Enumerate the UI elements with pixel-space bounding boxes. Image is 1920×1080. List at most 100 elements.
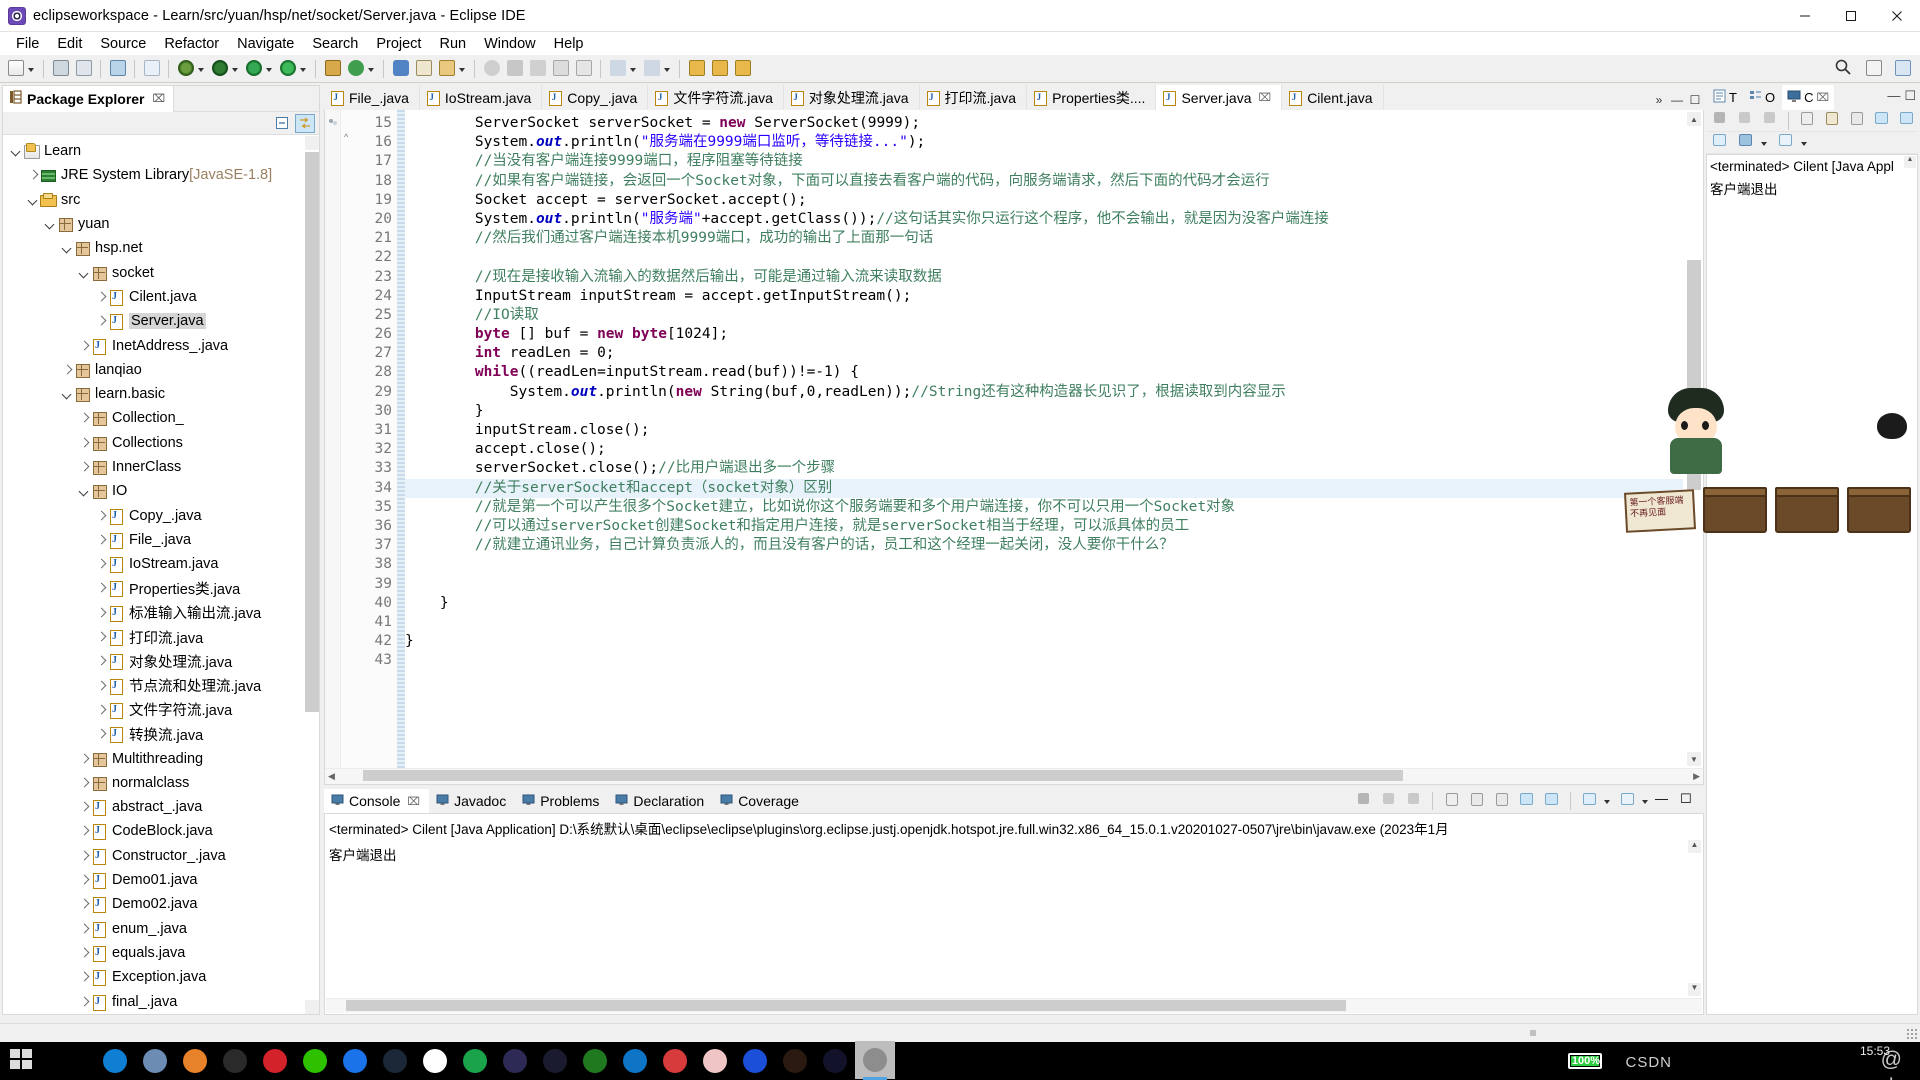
debug-dropdown-icon[interactable] [197,59,206,79]
chevron-right-icon[interactable] [94,533,108,547]
code-line[interactable]: int readLen = 0; [405,344,1683,363]
code-line[interactable]: serverSocket.close();//比用户端退出多一个步骤 [405,459,1683,478]
chevron-right-icon[interactable] [77,897,91,911]
code-line[interactable]: //IO读取 [405,306,1683,325]
right-scroll-lock-icon[interactable] [1822,110,1843,131]
tree-item-learn-basic[interactable]: learn.basic [3,382,305,406]
chevron-down-icon[interactable] [43,217,57,231]
code-line[interactable]: //关于serverSocket和accept（socket对象）区别 [405,478,1683,498]
run-icon[interactable] [209,58,230,79]
tree-item-socket[interactable]: socket [3,260,305,284]
collapse-all-icon[interactable] [272,114,292,133]
resize-grip-icon[interactable] [1906,1028,1918,1040]
tree-item-normalclass[interactable]: normalclass [3,771,305,795]
code-line[interactable]: //可以通过serverSocket创建Socket和指定用户连接，就是serv… [405,517,1683,536]
taskbar-icon-league-of-legends[interactable] [855,1040,895,1080]
tree-item-collections[interactable]: Collections [3,431,305,455]
tree-item-demo01-java[interactable]: Demo01.java [3,868,305,892]
taskbar-icon-anime-app[interactable] [695,1045,735,1077]
chevron-right-icon[interactable] [60,363,74,377]
tab-task-list[interactable]: T [1708,85,1742,110]
code-line[interactable] [405,555,1683,574]
console-word-wrap-icon[interactable] [1491,791,1512,812]
code-line[interactable]: //如果有客户端链接，会返回一个Socket对象，下面可以直接去看客户端的代码，… [405,172,1683,191]
editor-marker-bar[interactable] [325,110,341,768]
chevron-right-icon[interactable] [77,995,91,1009]
link-with-editor-icon[interactable] [295,113,315,133]
editor-scroll-left-icon[interactable]: ◀ [328,771,335,782]
open-perspective-icon[interactable] [1863,58,1884,79]
taskbar-icon-chrome[interactable] [335,1045,375,1077]
new-wizard-dropdown-icon[interactable] [27,59,36,79]
console-open-console-dropdown-icon[interactable] [1603,791,1612,811]
right-remove-all-icon[interactable] [1759,110,1780,131]
console-tab-console[interactable]: Console ⌧ [324,789,430,813]
editor-scroll-up-icon[interactable]: ▲ [1687,112,1701,126]
code-line[interactable]: //当没有客户端连接9999端口，程序阻塞等待链接 [405,152,1683,171]
taskbar-icon-intellij-idea[interactable] [535,1045,575,1077]
run-history-icon[interactable] [243,58,264,79]
chevron-right-icon[interactable] [94,581,108,595]
chevron-down-icon[interactable] [26,193,40,207]
editor-scroll-down-icon[interactable]: ▼ [1687,752,1701,766]
tree-item-abstract-java[interactable]: abstract_.java [3,795,305,819]
menu-help[interactable]: Help [545,33,593,55]
taskbar-icon-nav[interactable] [495,1045,535,1077]
code-line[interactable] [405,651,1683,670]
chevron-right-icon[interactable] [94,290,108,304]
editor-tab-copy-java[interactable]: Copy_.java [542,85,649,110]
tree-item-multithreading[interactable]: Multithreading [3,746,305,770]
chevron-right-icon[interactable] [77,970,91,984]
right-pin-console-icon[interactable] [1871,110,1892,131]
chevron-right-icon[interactable] [77,800,91,814]
search-type-icon[interactable] [413,58,434,79]
project-tree[interactable]: Learn JRE System Library [JavaSE-1.8] src y… [3,136,305,1014]
close-icon[interactable]: ⌧ [1259,91,1272,104]
tree-item-server-java[interactable]: Server.java [3,309,305,333]
show-doc-icon[interactable] [573,58,594,79]
editor-folding-bar[interactable]: ^ [341,110,355,768]
tree-item--java[interactable]: 文件字符流.java [3,698,305,722]
tree-item-enum-java[interactable]: enum_.java [3,917,305,941]
console-scroll-lock-icon[interactable] [1466,791,1487,812]
console-maximize-icon[interactable]: ☐ [1680,791,1701,812]
code-line[interactable] [405,613,1683,632]
code-line[interactable]: accept.close(); [405,440,1683,459]
editor-body[interactable]: ^ 15 16 17 18 19 20 21 22 23 24 25 26 27 28 29 30 31 32 33… [324,110,1704,785]
forward-icon[interactable] [709,58,730,79]
right-console-icon-2[interactable] [1735,132,1756,153]
menu-file[interactable]: File [7,33,48,55]
right-minimize-icon[interactable]: — [1887,88,1900,104]
console-tab-coverage[interactable]: Coverage [713,789,808,813]
editor-tab-server-java[interactable]: Server.java ⌧ [1156,85,1283,110]
close-icon[interactable]: ⌧ [407,795,420,808]
run-history-dropdown-icon[interactable] [265,59,274,79]
tree-item-learn[interactable]: Learn [3,139,305,163]
chevron-down-icon[interactable] [77,266,91,280]
editor-horizontal-scrollbar[interactable]: ◀ ▶ [325,768,1703,784]
tree-item-properties-java[interactable]: Properties类.java [3,576,305,600]
console-tab-declaration[interactable]: Declaration [608,789,713,813]
chevron-right-icon[interactable] [94,314,108,328]
taskbar-icon-v4[interactable] [735,1045,775,1077]
taskbar-icon-thunder[interactable] [415,1045,455,1077]
code-line[interactable]: byte [] buf = new byte[1024]; [405,325,1683,344]
editor-code-text[interactable]: ServerSocket serverSocket = new ServerSo… [405,110,1683,768]
code-line[interactable]: System.out.println(new String(buf,0,read… [405,383,1683,402]
code-line[interactable]: } [405,402,1683,421]
taskbar-icon-files[interactable] [135,1045,175,1077]
open-type-icon[interactable] [390,58,411,79]
print-icon[interactable] [107,58,128,79]
console-pin-icon[interactable] [1516,791,1537,812]
editor-hscroll-thumb[interactable] [363,770,1403,781]
menu-refactor[interactable]: Refactor [155,33,228,55]
tree-item-file-java[interactable]: File_.java [3,528,305,552]
console-open-console-icon[interactable] [1579,791,1600,812]
chevron-right-icon[interactable] [94,654,108,668]
taskbar-icon-pycharm[interactable] [575,1045,615,1077]
tree-item-codeblock-java[interactable]: CodeBlock.java [3,819,305,843]
right-word-wrap-icon[interactable] [1846,110,1867,131]
prev-annotation-dropdown-icon[interactable] [663,59,672,79]
tab-package-explorer[interactable]: Package Explorer ⌧ [3,85,175,112]
tree-item-copy-java[interactable]: Copy_.java [3,503,305,527]
